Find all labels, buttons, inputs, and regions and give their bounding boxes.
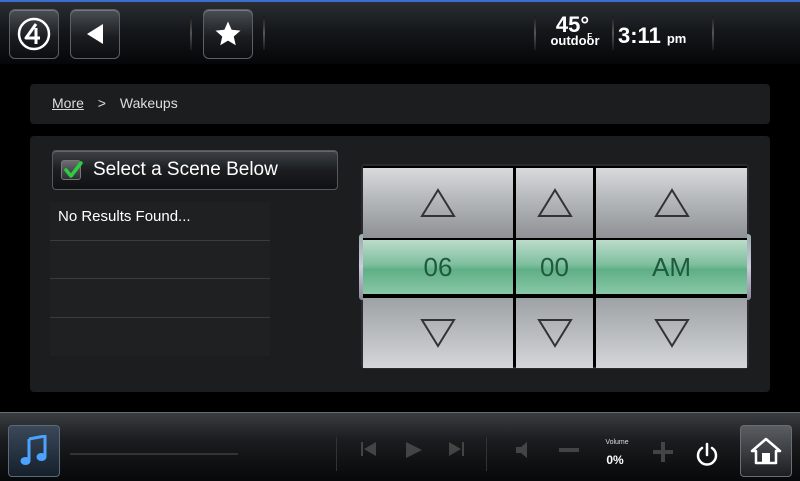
volume-value: 0% <box>606 453 624 467</box>
temperature-label: outdoor <box>550 33 600 48</box>
breadcrumb-current: Wakeups <box>119 95 178 111</box>
checkmark-icon <box>64 161 83 178</box>
home-button[interactable] <box>740 425 792 477</box>
triangle-down-icon <box>653 319 690 348</box>
minute-value: 00 <box>516 240 593 294</box>
period-value: AM <box>596 240 747 294</box>
hour-down-button[interactable] <box>363 298 513 368</box>
breadcrumb-separator: > <box>97 95 106 111</box>
checkbox[interactable] <box>61 160 83 180</box>
volume-up-button[interactable] <box>652 441 674 466</box>
list-item: No Results Found... <box>50 202 270 241</box>
back-button[interactable] <box>70 9 120 59</box>
hour-up-button[interactable] <box>363 168 513 238</box>
power-icon <box>696 442 718 466</box>
favorites-button[interactable] <box>203 9 253 59</box>
speaker-icon <box>516 442 527 458</box>
back-arrow-icon <box>87 24 103 44</box>
minute-down-button[interactable] <box>516 298 593 368</box>
period-up-button[interactable] <box>596 168 747 238</box>
divider <box>486 437 487 471</box>
select-scene-button[interactable]: Select a Scene Below <box>52 150 338 190</box>
logo-button[interactable] <box>9 9 59 59</box>
wakeup-panel: Select a Scene Below No Results Found...… <box>30 136 770 392</box>
home-icon <box>750 437 782 465</box>
clock: 3:11 pm <box>618 23 686 49</box>
volume-label: Volume <box>605 439 629 446</box>
top-bar: 45°F outdoor 3:11 pm <box>0 0 800 64</box>
power-button[interactable] <box>692 440 722 470</box>
triangle-up-icon <box>653 188 690 217</box>
hour-value: 06 <box>363 240 513 294</box>
clock-ampm: pm <box>666 31 687 46</box>
period-column: AM <box>596 166 747 368</box>
scene-results-list: No Results Found... <box>50 202 270 356</box>
breadcrumb-link-more[interactable]: More <box>52 95 84 111</box>
divider <box>612 16 614 50</box>
divider <box>534 16 536 50</box>
mute-button[interactable] <box>515 441 531 462</box>
minute-up-button[interactable] <box>516 168 593 238</box>
previous-track-button[interactable] <box>360 441 378 460</box>
divider <box>263 16 265 50</box>
triangle-down-icon <box>536 319 573 348</box>
media-progress-bar[interactable] <box>70 453 238 455</box>
list-item <box>50 279 270 318</box>
triangle-up-icon <box>420 188 456 217</box>
plus-icon <box>653 442 673 462</box>
bottom-bar: Volume 0% <box>0 412 800 481</box>
music-note-icon <box>20 435 47 465</box>
divider <box>190 16 192 50</box>
music-button[interactable] <box>8 425 60 477</box>
next-track-button[interactable] <box>447 441 465 460</box>
play-icon <box>406 442 422 458</box>
star-icon <box>215 21 241 46</box>
clock-time: 3:11 <box>618 23 661 48</box>
triangle-up-icon <box>536 188 573 217</box>
select-scene-label: Select a Scene Below <box>93 159 278 180</box>
play-button[interactable] <box>404 441 424 462</box>
skip-back-icon <box>361 442 376 456</box>
temperature-unit: F <box>587 32 593 41</box>
outdoor-temperature: 45°F outdoor <box>540 12 610 60</box>
control4-logo-icon <box>17 17 51 51</box>
skip-forward-icon <box>449 442 464 456</box>
list-item <box>50 317 270 356</box>
triangle-down-icon <box>420 319 456 348</box>
hour-column: 06 <box>363 166 513 368</box>
volume-down-button[interactable] <box>558 441 580 462</box>
breadcrumb: More > Wakeups <box>30 84 770 124</box>
divider <box>712 16 714 50</box>
list-item <box>50 240 270 279</box>
time-picker: 06 00 AM <box>359 164 751 369</box>
minute-column: 00 <box>516 166 593 368</box>
minus-icon <box>559 448 579 452</box>
divider <box>336 437 337 471</box>
period-down-button[interactable] <box>596 298 747 368</box>
